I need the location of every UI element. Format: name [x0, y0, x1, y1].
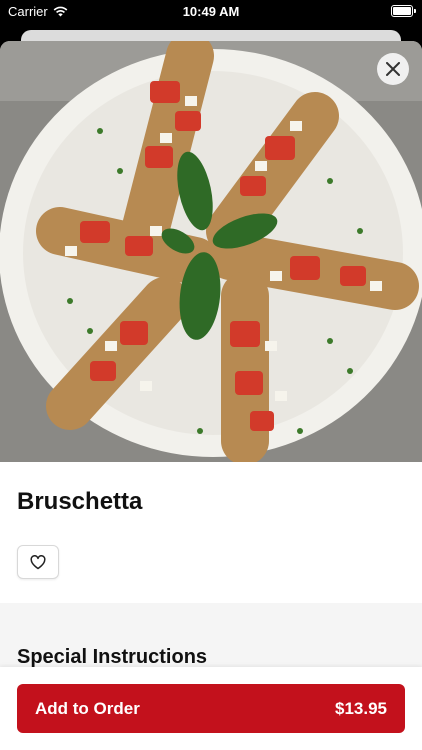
status-time: 10:49 AM — [182, 4, 240, 19]
item-photo — [0, 41, 422, 462]
item-price: $13.95 — [335, 698, 387, 718]
close-button[interactable] — [377, 53, 409, 85]
status-bar: Carrier 10:49 AM — [0, 0, 422, 24]
add-to-order-button[interactable]: Add to Order $13.95 — [17, 684, 405, 733]
item-detail-sheet: Bruschetta Special Instructions Add to O… — [0, 41, 422, 750]
heart-icon — [30, 554, 46, 569]
bottom-action-bar: Add to Order $13.95 — [0, 667, 422, 750]
close-icon — [386, 62, 400, 76]
favorite-button[interactable] — [17, 545, 59, 579]
item-title: Bruschetta — [17, 488, 143, 515]
battery-icon — [391, 5, 416, 17]
add-to-order-label: Add to Order — [35, 698, 140, 718]
special-instructions-heading: Special Instructions — [17, 646, 208, 668]
